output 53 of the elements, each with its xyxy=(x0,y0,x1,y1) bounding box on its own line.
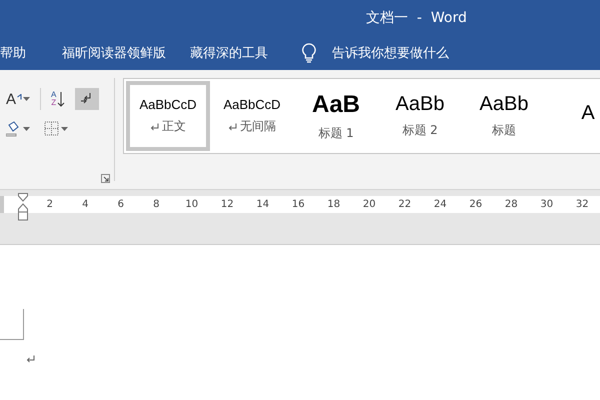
style-item[interactable]: A xyxy=(546,81,600,151)
style-name: 标题 1 xyxy=(318,124,354,142)
ruler-number: 2 xyxy=(46,199,54,210)
borders-icon xyxy=(44,121,60,137)
style-item[interactable]: AaB 标题 1 xyxy=(294,81,378,151)
ruler-number: 4 xyxy=(81,199,90,210)
caret-icon xyxy=(23,127,30,131)
ruler-number: 22 xyxy=(397,199,412,210)
window-title: 文档一 - Word xyxy=(366,8,467,26)
ruler-number: 14 xyxy=(255,199,270,210)
lightbulb-icon[interactable] xyxy=(302,42,316,62)
ruler-number: 30 xyxy=(539,199,554,210)
ruler-number: 20 xyxy=(362,199,377,210)
ruler-number: 18 xyxy=(326,199,342,210)
style-preview: A xyxy=(581,102,595,124)
style-item[interactable]: AaBbCcD 正文 xyxy=(126,81,210,151)
indent-marker-icon[interactable] xyxy=(18,193,28,223)
toolbar-button[interactable] xyxy=(75,88,100,110)
ruler-number: 26 xyxy=(468,199,484,210)
ruler-number: 32 xyxy=(574,199,590,210)
style-name: 标题 2 xyxy=(402,122,438,139)
caret-icon xyxy=(23,97,30,101)
glyph-text: A xyxy=(6,92,16,106)
style-name: 无间隔 xyxy=(240,118,276,135)
style-preview: AaB xyxy=(312,90,360,118)
style-preview: AaBb xyxy=(480,93,528,116)
toolbar-button[interactable]: A Z xyxy=(47,88,70,110)
style-item[interactable]: AaBb 标题 xyxy=(462,81,546,151)
style-name: 标题 xyxy=(492,122,516,139)
crop-mark-icon xyxy=(0,309,24,340)
ruler-number: 16 xyxy=(290,199,306,210)
ruler-number: 28 xyxy=(504,199,519,210)
ruler-number: 8 xyxy=(152,199,160,210)
caret-icon xyxy=(61,127,68,131)
ruler-number: 6 xyxy=(116,199,125,210)
ribbon-tab[interactable]: 帮助 xyxy=(0,44,50,62)
style-preview: AaBbCcD xyxy=(139,97,197,112)
style-item[interactable]: AaBbCcD 无间隔 xyxy=(210,81,294,151)
ruler-number: 10 xyxy=(184,199,200,210)
style-name: 正文 xyxy=(162,118,186,135)
toolbar-button[interactable]: A xyxy=(2,88,34,110)
ribbon-tab[interactable]: 藏得深的工具 xyxy=(178,44,280,62)
dialog-launcher-icon[interactable] xyxy=(101,174,110,183)
tell-me-search[interactable]: 告诉我你想要做什么 xyxy=(320,44,461,62)
glyph-text: Z xyxy=(51,99,56,107)
ruler-number: 12 xyxy=(220,199,235,210)
style-item[interactable]: AaBb 标题 2 xyxy=(378,81,462,151)
glyph-text: A xyxy=(51,91,56,99)
down-arrow-icon xyxy=(57,91,66,107)
ruler-number: 24 xyxy=(432,199,448,210)
ribbon-tab[interactable]: 福昕阅读器领鲜版 xyxy=(50,44,178,62)
style-preview: AaBb xyxy=(396,93,444,116)
style-preview: AaBbCcD xyxy=(223,97,281,112)
